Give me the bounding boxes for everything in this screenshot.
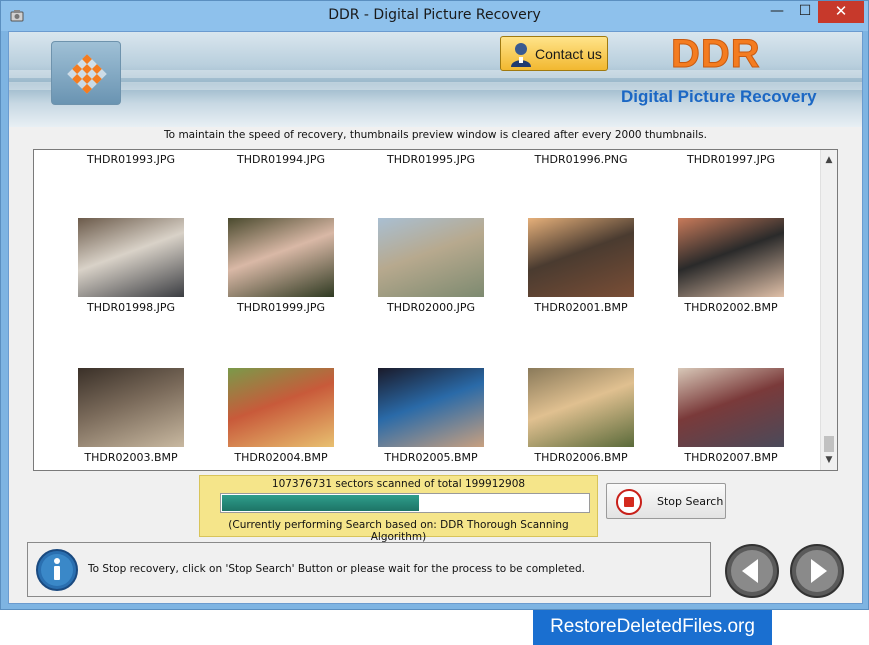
thumbnail-filename: THDR01994.JPG <box>237 153 325 166</box>
thumbnail-filename: THDR02004.BMP <box>234 451 328 464</box>
contact-us-button[interactable]: Contact us <box>500 36 608 71</box>
thumbnail-filename: THDR01997.JPG <box>687 153 775 166</box>
thumbnail-filename: THDR02006.BMP <box>534 451 628 464</box>
checker-logo-icon <box>67 54 107 94</box>
thumbnail-filename: THDR01996.PNG <box>534 153 628 166</box>
vertical-scrollbar[interactable]: ▲ ▼ <box>820 150 837 470</box>
stop-search-button[interactable]: Stop Search <box>606 483 726 519</box>
status-message: To Stop recovery, click on 'Stop Search'… <box>88 563 585 575</box>
thumbnail-filename: THDR02001.BMP <box>534 301 628 314</box>
thumbnail-filename: THDR01993.JPG <box>87 153 175 166</box>
thumbnail-image[interactable] <box>228 368 334 447</box>
thumbnail-filename: THDR01995.JPG <box>387 153 475 166</box>
thumbnail-filename: THDR02005.BMP <box>384 451 478 464</box>
scroll-down-icon[interactable]: ▼ <box>821 452 837 468</box>
stop-search-label: Stop Search <box>657 495 724 508</box>
app-logo <box>51 41 121 105</box>
thumbnail-filename: THDR02003.BMP <box>84 451 178 464</box>
scrollbar-thumb[interactable] <box>824 436 834 452</box>
algorithm-text: (Currently performing Search based on: D… <box>228 519 569 543</box>
contact-us-label: Contact us <box>535 46 602 62</box>
support-person-icon <box>511 43 531 67</box>
thumbnail-preview[interactable]: THDR01993.JPG THDR01994.JPG THDR01995.JPG T… <box>33 149 838 471</box>
progress-panel: 107376731 sectors scanned of total 19991… <box>199 475 598 543</box>
header-banner: Contact us DDR Digital Picture Recovery <box>9 32 862 127</box>
client-area: Contact us DDR Digital Picture Recovery … <box>8 31 863 604</box>
app-window: DDR - Digital Picture Recovery — ☐ ✕ Con… <box>0 0 869 610</box>
sectors-scanned-text: 107376731 sectors scanned of total 19991… <box>271 478 526 490</box>
maximize-button[interactable]: ☐ <box>791 1 819 23</box>
minimize-button[interactable]: — <box>763 1 791 23</box>
brand-subtitle: Digital Picture Recovery <box>621 87 817 106</box>
thumbnail-image[interactable] <box>378 218 484 297</box>
next-button[interactable] <box>789 543 845 599</box>
thumbnail-image[interactable] <box>78 218 184 297</box>
thumbnail-filename: THDR01999.JPG <box>237 301 325 314</box>
status-panel: To Stop recovery, click on 'Stop Search'… <box>27 542 711 597</box>
thumbnail-image[interactable] <box>228 218 334 297</box>
thumbnail-notice: To maintain the speed of recovery, thumb… <box>164 129 707 141</box>
thumbnail-image[interactable] <box>78 368 184 447</box>
thumbnail-filename: THDR02002.BMP <box>684 301 778 314</box>
thumbnail-filename: THDR02007.BMP <box>684 451 778 464</box>
thumbnail-image[interactable] <box>678 368 784 447</box>
info-icon <box>36 549 78 591</box>
close-button[interactable]: ✕ <box>818 1 864 23</box>
watermark-label: RestoreDeletedFiles.org <box>533 610 772 645</box>
thumbnail-image[interactable] <box>528 368 634 447</box>
back-button[interactable] <box>724 543 780 599</box>
thumbnail-filename: THDR02000.JPG <box>387 301 475 314</box>
thumbnail-filename: THDR01998.JPG <box>87 301 175 314</box>
thumbnail-image[interactable] <box>678 218 784 297</box>
brand-name: DDR <box>671 32 761 77</box>
scroll-up-icon[interactable]: ▲ <box>821 152 837 168</box>
progress-bar <box>220 493 590 513</box>
progress-bar-fill <box>222 495 419 511</box>
thumbnail-image[interactable] <box>528 218 634 297</box>
thumbnail-image[interactable] <box>378 368 484 447</box>
stop-icon <box>616 489 642 515</box>
window-title: DDR - Digital Picture Recovery <box>328 7 541 23</box>
thumbnail-grid: THDR01993.JPG THDR01994.JPG THDR01995.JPG T… <box>34 150 820 470</box>
title-bar: DDR - Digital Picture Recovery — ☐ ✕ <box>1 1 868 31</box>
